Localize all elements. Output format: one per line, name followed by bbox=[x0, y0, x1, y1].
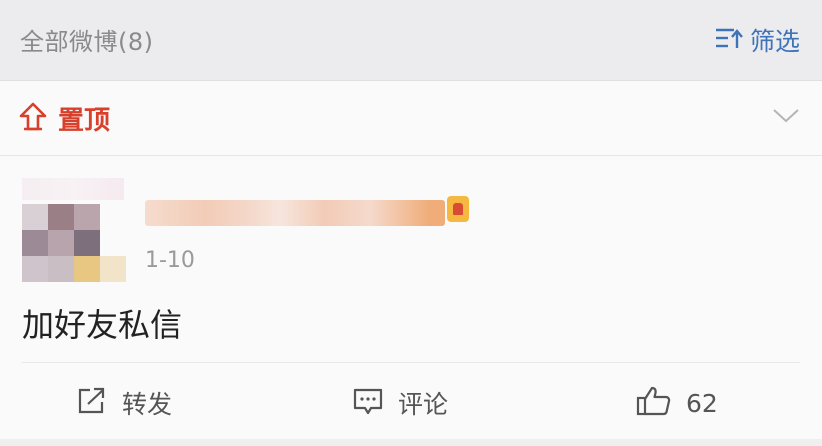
thumbs-up-icon bbox=[636, 385, 672, 421]
bottom-separator bbox=[0, 439, 822, 446]
like-button[interactable]: 62 bbox=[636, 385, 718, 421]
post-text: 加好友私信 bbox=[22, 306, 183, 344]
filter-icon bbox=[714, 25, 744, 55]
pinned-indicator: 置顶 bbox=[18, 100, 110, 137]
avatar-pixel bbox=[48, 256, 74, 282]
vip-badge-icon bbox=[447, 196, 469, 222]
filter-button[interactable]: 筛选 bbox=[714, 22, 800, 58]
comment-button[interactable]: 评论 bbox=[352, 385, 448, 421]
avatar-pixel bbox=[100, 256, 126, 282]
avatar-pixel bbox=[22, 230, 48, 256]
share-icon bbox=[76, 386, 108, 420]
weibo-feed: 全部微博(8) 筛选 置顶 1-10 加好友私信 转发 评论 62 bbox=[0, 0, 822, 446]
all-weibo-count: 全部微博(8) bbox=[20, 28, 154, 56]
post-card[interactable]: 1-10 加好友私信 转发 评论 62 bbox=[0, 156, 822, 439]
repost-button[interactable]: 转发 bbox=[76, 385, 172, 421]
pinned-label: 置顶 bbox=[58, 106, 111, 136]
feed-header: 全部微博(8) 筛选 bbox=[0, 0, 822, 81]
avatar-pixel bbox=[22, 204, 48, 230]
repost-label: 转发 bbox=[122, 390, 173, 419]
avatar-pixel bbox=[74, 230, 100, 256]
avatar-pixel bbox=[74, 256, 100, 282]
comment-icon bbox=[352, 386, 384, 420]
pinned-bar[interactable]: 置顶 bbox=[0, 81, 822, 156]
filter-label: 筛选 bbox=[749, 27, 800, 56]
post-actions: 转发 评论 62 bbox=[0, 363, 822, 439]
like-count: 62 bbox=[686, 388, 718, 418]
pin-top-icon bbox=[18, 101, 48, 137]
avatar-pixel bbox=[48, 230, 74, 256]
comment-label: 评论 bbox=[398, 390, 449, 419]
avatar-pixel bbox=[48, 204, 74, 230]
avatar[interactable] bbox=[22, 178, 126, 282]
username-blurred[interactable] bbox=[145, 200, 445, 226]
avatar-ears bbox=[22, 178, 124, 200]
post-date: 1-10 bbox=[145, 248, 195, 273]
avatar-pixel bbox=[22, 256, 48, 282]
chevron-down-icon[interactable] bbox=[772, 107, 800, 129]
avatar-pixel bbox=[74, 204, 100, 230]
